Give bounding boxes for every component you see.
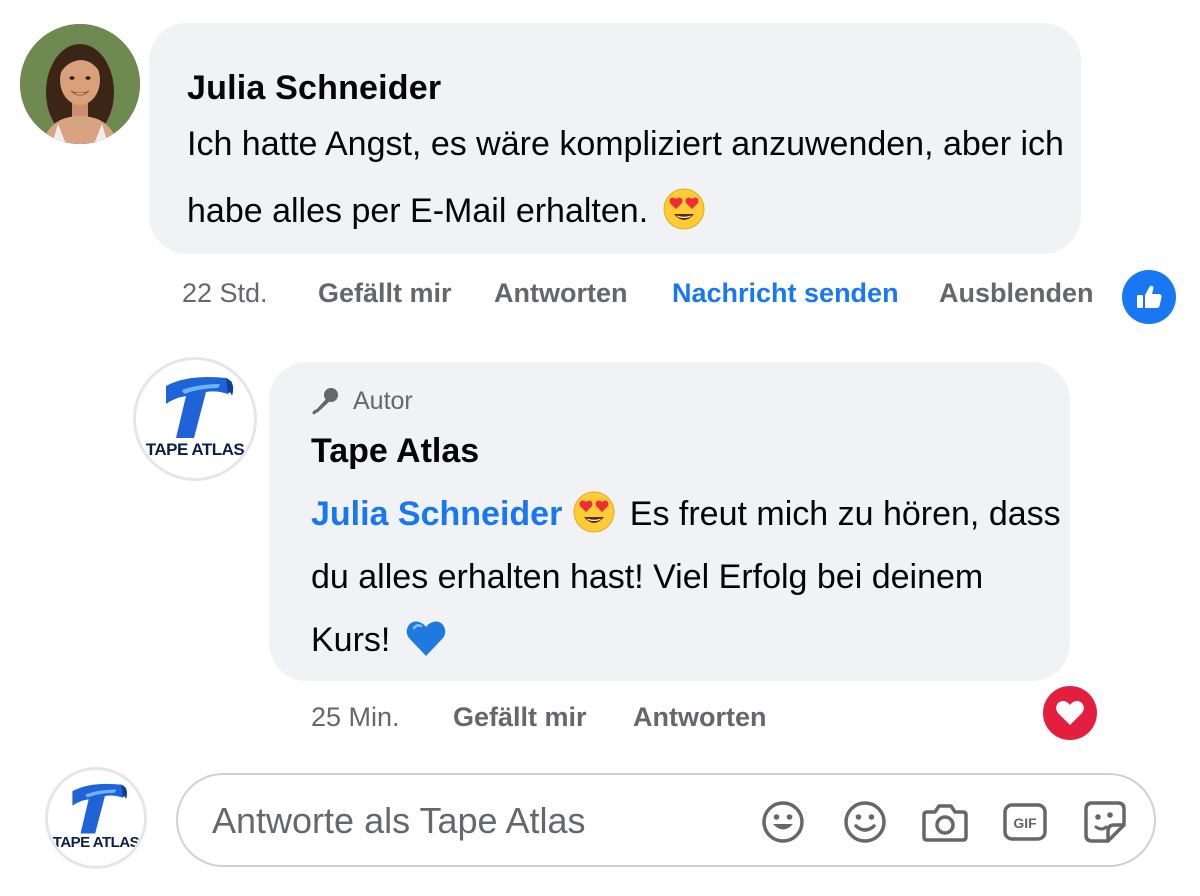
sticker-icon[interactable] [1080, 797, 1130, 847]
comment-author-name[interactable]: Julia Schneider [187, 69, 441, 108]
heart-icon [1056, 701, 1084, 725]
reply-author-name[interactable]: Tape Atlas [311, 432, 479, 471]
tape-atlas-logo-icon [166, 377, 234, 438]
gif-label: GIF [1013, 815, 1037, 831]
love-reaction-badge[interactable] [1043, 686, 1097, 740]
reply-reply-button[interactable]: Antworten [633, 702, 766, 733]
author-badge-label: Autor [353, 386, 413, 415]
thumbs-up-icon [1137, 285, 1162, 308]
composer-logo-text: TAPE ATLAS [52, 834, 140, 851]
author-badge: Autor [309, 384, 413, 418]
page-logo-text: TAPE ATLAS [145, 440, 245, 459]
comment-text: Ich hatte Angst, es wäre kompliziert anz… [187, 111, 1067, 245]
reply-like-button[interactable]: Gefällt mir [453, 702, 587, 733]
camera-icon[interactable] [920, 797, 970, 847]
microphone-icon [312, 388, 338, 415]
send-message-button[interactable]: Nachricht senden [672, 278, 899, 309]
composer-page-avatar[interactable]: TAPE ATLAS [45, 767, 147, 869]
comment-timestamp[interactable]: 22 Std. [182, 278, 268, 309]
tape-atlas-logo-icon [72, 783, 128, 834]
comment-bubble: Julia Schneider Ich hatte Angst, es wäre… [149, 23, 1081, 254]
reply-button[interactable]: Antworten [494, 278, 627, 309]
reply-input[interactable] [212, 793, 732, 849]
smiley-icon[interactable] [840, 797, 890, 847]
mention-link[interactable]: Julia Schneider [311, 495, 562, 533]
reply-timestamp[interactable]: 25 Min. [311, 702, 400, 733]
heart-eyes-emoji-icon [573, 491, 615, 533]
user-avatar[interactable] [20, 24, 140, 144]
reply-text: Julia Schneider Es freut mich zu hören, … [311, 483, 1061, 672]
emoji-icon[interactable] [758, 797, 808, 847]
comment-text-body: Ich hatte Angst, es wäre kompliziert anz… [187, 125, 1064, 230]
gif-icon[interactable]: GIF [1000, 797, 1050, 847]
reply-bubble: Autor Tape Atlas Julia Schneider Es freu… [269, 362, 1070, 681]
page-avatar-reply[interactable]: TAPE ATLAS [133, 357, 257, 481]
blue-heart-emoji-icon [406, 621, 446, 656]
heart-eyes-emoji-icon [663, 188, 705, 230]
like-button[interactable]: Gefällt mir [318, 278, 452, 309]
hide-button[interactable]: Ausblenden [939, 278, 1094, 309]
like-reaction-badge[interactable] [1122, 270, 1176, 324]
reply-composer[interactable]: GIF [176, 773, 1156, 867]
